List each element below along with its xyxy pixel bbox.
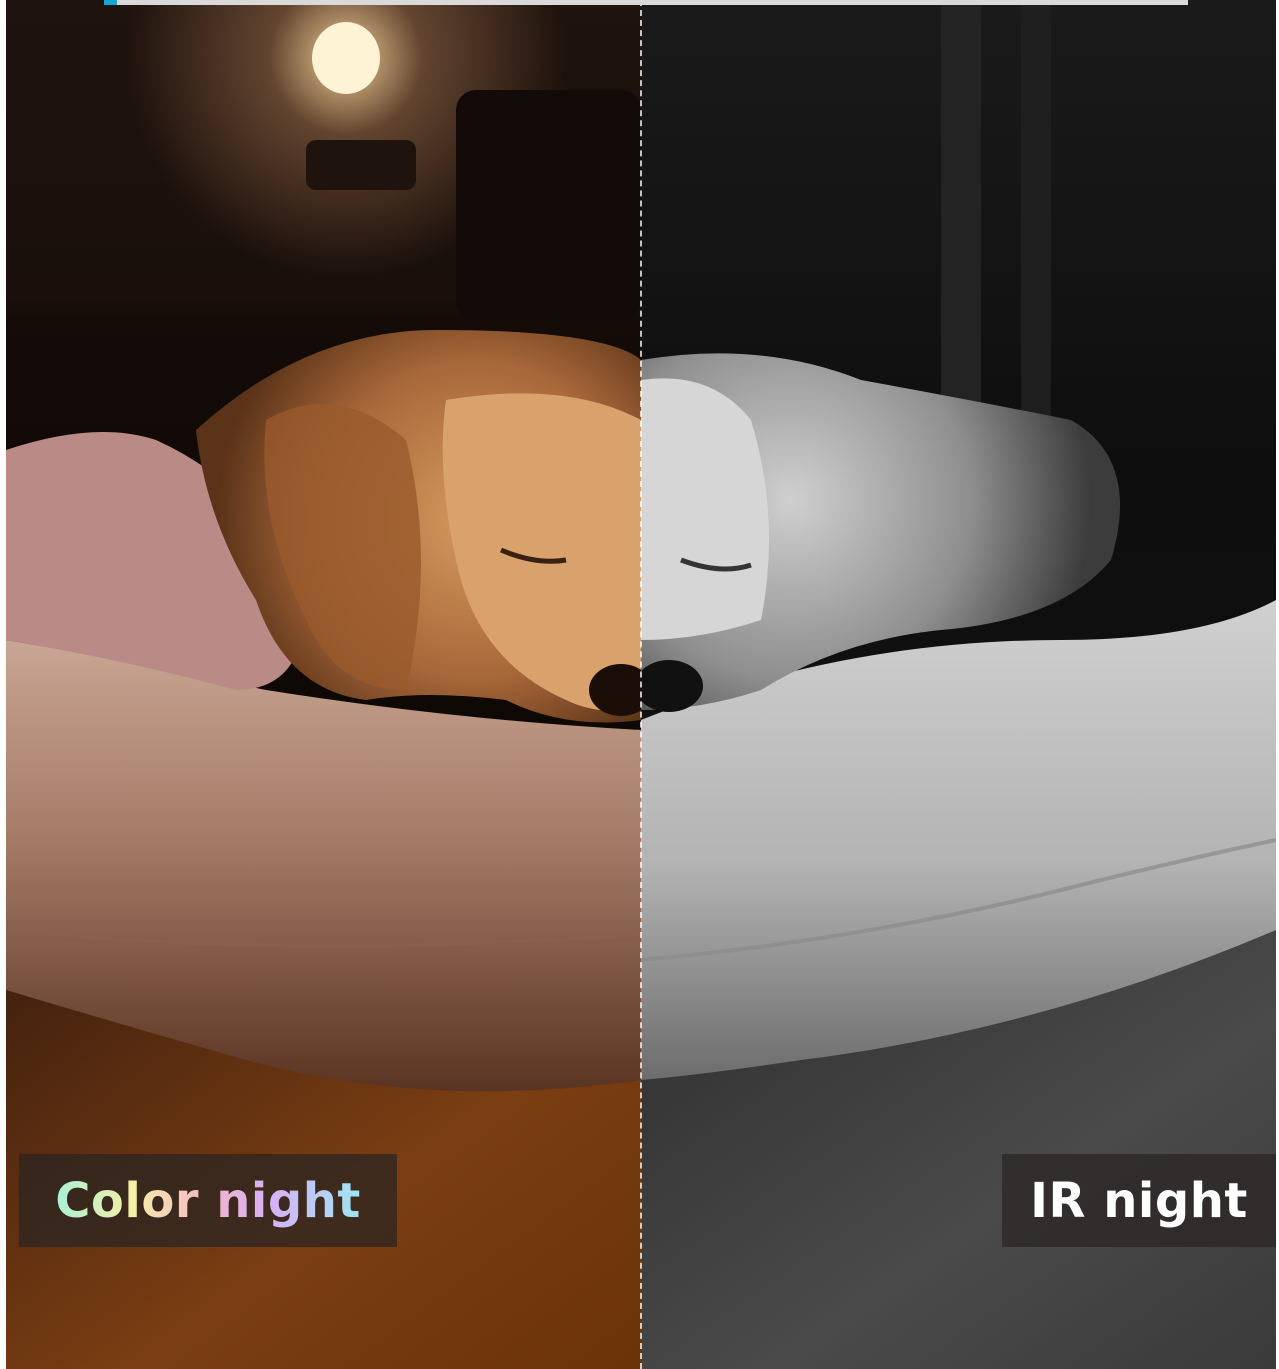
ir-night-label: IR night (1002, 1154, 1276, 1247)
color-night-label: Color night (19, 1154, 397, 1247)
ir-night-label-text: IR night (1030, 1172, 1248, 1229)
split-divider-line (640, 0, 642, 1369)
color-night-label-text: Color night (55, 1172, 361, 1229)
slide-progress-fill (104, 0, 117, 5)
slide-progress-track (104, 0, 1188, 5)
comparison-frame: Color night IR night (6, 0, 1276, 1369)
